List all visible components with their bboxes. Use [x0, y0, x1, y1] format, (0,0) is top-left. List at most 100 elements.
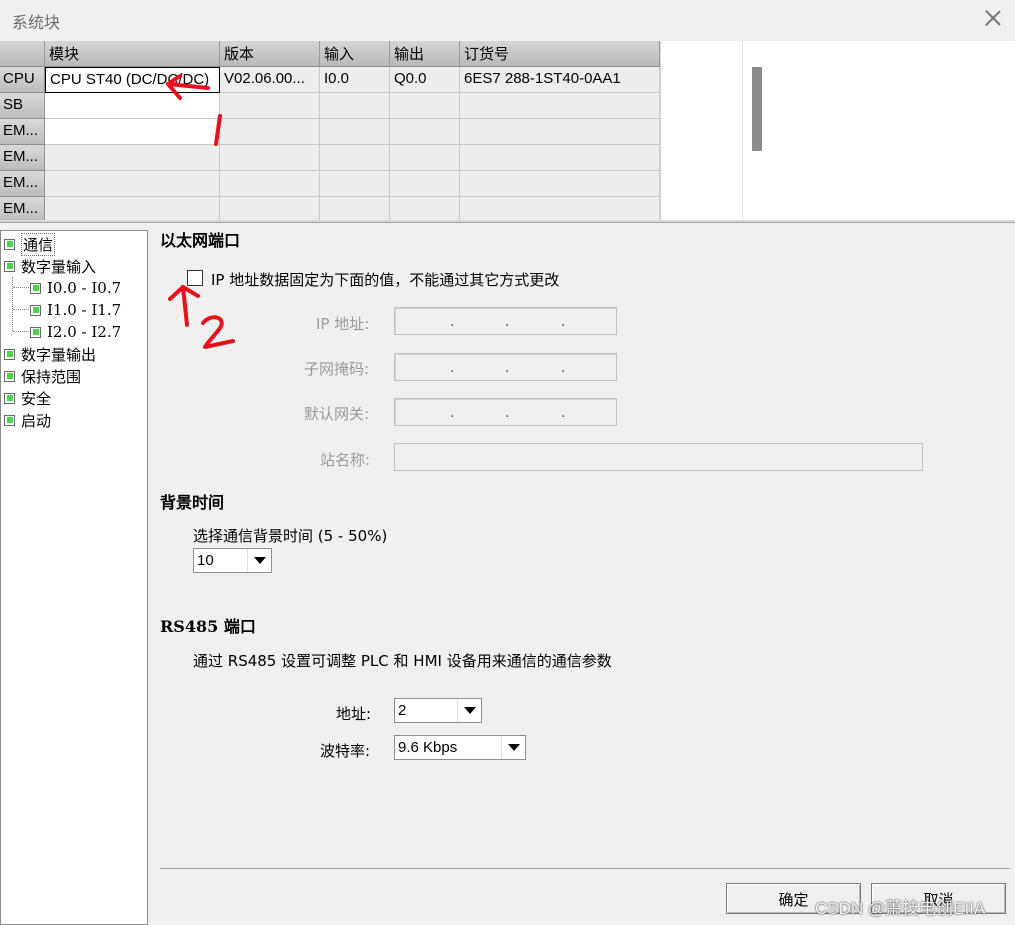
column-header-order-number[interactable]: 订货号	[460, 41, 660, 67]
node-icon	[30, 304, 41, 316]
node-icon	[4, 260, 15, 272]
module-grid: 模块 版本 输入 输出 订货号 CPU CPU ST40 (DC/DC/DC) …	[0, 41, 660, 220]
row-slot-label: EM...	[0, 119, 45, 145]
node-icon	[30, 326, 41, 338]
address-value: 2	[398, 702, 407, 719]
table-row[interactable]: EM...	[0, 145, 660, 171]
tree-item-digital-output[interactable]: 数字量输出	[4, 343, 96, 365]
grid-header-row: 模块 版本 输入 输出 订货号	[0, 41, 660, 67]
fixed-ip-label: IP 地址数据固定为下面的值，不能通过其它方式更改	[211, 271, 560, 289]
order-number-cell: 6ES7 288-1ST40-0AA1	[460, 67, 660, 93]
tree-item-label: 数字量输出	[21, 345, 97, 364]
node-icon	[4, 414, 15, 426]
separator	[160, 868, 1010, 869]
tree-item-label: 通信	[21, 232, 56, 256]
node-icon	[4, 348, 15, 360]
scrollbar-thumb[interactable]	[752, 67, 762, 151]
table-row[interactable]: EM...	[0, 171, 660, 197]
row-slot-label: EM...	[0, 171, 45, 197]
row-slot-label: SB	[0, 93, 45, 119]
tree-item-label: 安全	[21, 389, 52, 408]
settings-tree: 通信 数字量输入 I0.0 - I0.7 I1.0 - I1.7 I2.0 - …	[0, 230, 148, 925]
node-icon	[4, 238, 15, 250]
rs485-description: 通过 RS485 设置可调整 PLC 和 HMI 设备用来通信的通信参数	[193, 652, 612, 670]
address-label: 地址:	[336, 705, 372, 723]
tree-item-security[interactable]: 安全	[4, 387, 51, 409]
row-slot-label: EM...	[0, 197, 45, 220]
station-name-field	[394, 443, 923, 471]
tree-item-retentive-ranges[interactable]: 保持范围	[4, 365, 81, 387]
annotation-arrow-1	[166, 74, 222, 146]
grid-scroll-area	[742, 41, 1015, 220]
input-cell	[320, 119, 390, 145]
column-header-version[interactable]: 版本	[220, 41, 320, 67]
background-time-title: 背景时间	[160, 493, 225, 512]
grid-corner-header	[0, 41, 45, 67]
order-number-cell	[460, 171, 660, 197]
input-cell: I0.0	[320, 67, 390, 93]
column-header-input[interactable]: 输入	[320, 41, 390, 67]
table-row[interactable]: EM...	[0, 119, 660, 145]
output-cell: Q0.0	[390, 67, 460, 93]
subnet-mask-field: ...	[394, 353, 617, 381]
module-cell[interactable]	[45, 171, 220, 197]
tree-item-label: 数字量输入	[21, 257, 97, 276]
chevron-down-icon[interactable]	[501, 736, 525, 759]
annotation-arrow-2	[168, 285, 235, 349]
chevron-down-icon[interactable]	[457, 699, 481, 722]
tree-item-label: 保持范围	[21, 367, 82, 386]
address-select[interactable]: 2	[394, 698, 482, 723]
tree-item-label: 启动	[21, 411, 52, 430]
table-row[interactable]: CPU CPU ST40 (DC/DC/DC) V02.06.00... I0.…	[0, 67, 660, 93]
background-time-label: 选择通信背景时间 (5 - 50%)	[193, 527, 388, 545]
title-bar: 系统块	[0, 0, 1015, 40]
tree-item-digital-input[interactable]: 数字量输入	[4, 255, 96, 277]
tree-item-i1[interactable]: I1.0 - I1.7	[30, 299, 121, 321]
annotation-mark-2	[201, 315, 235, 349]
watermark-text: CSDN @萧技电创EIIA	[815, 899, 986, 918]
input-cell	[320, 171, 390, 197]
tree-connector	[13, 287, 31, 288]
ethernet-section-title: 以太网端口	[160, 231, 241, 250]
node-icon	[4, 370, 15, 382]
background-time-select[interactable]: 10	[193, 548, 272, 573]
row-slot-label: CPU	[0, 67, 45, 93]
grid-empty-area	[660, 41, 742, 220]
annotation-mark-1	[214, 114, 222, 146]
close-icon[interactable]	[981, 6, 1005, 30]
background-time-value: 10	[197, 552, 214, 569]
tree-item-i0[interactable]: I0.0 - I0.7	[30, 277, 121, 299]
version-cell	[220, 197, 320, 220]
output-cell	[390, 145, 460, 171]
ip-address-label: IP 地址:	[316, 315, 370, 333]
output-cell	[390, 171, 460, 197]
baud-rate-select[interactable]: 9.6 Kbps	[394, 735, 526, 760]
rs485-section-title: RS485 端口	[160, 617, 256, 636]
column-header-module[interactable]: 模块	[45, 41, 220, 67]
order-number-cell	[460, 93, 660, 119]
tree-item-startup[interactable]: 启动	[4, 409, 51, 431]
module-grid-area: 模块 版本 输入 输出 订货号 CPU CPU ST40 (DC/DC/DC) …	[0, 41, 1015, 220]
gateway-field: ...	[394, 398, 617, 426]
tree-connector	[13, 309, 31, 310]
order-number-cell	[460, 145, 660, 171]
table-row[interactable]: EM...	[0, 197, 660, 220]
input-cell	[320, 145, 390, 171]
ip-address-field: ...	[394, 307, 617, 335]
gateway-label: 默认网关:	[304, 405, 370, 423]
node-icon	[4, 392, 15, 404]
column-header-output[interactable]: 输出	[390, 41, 460, 67]
table-row[interactable]: SB	[0, 93, 660, 119]
module-cell[interactable]	[45, 197, 220, 220]
input-cell	[320, 197, 390, 220]
tree-item-label: I0.0 - I0.7	[47, 279, 122, 297]
tree-item-communication[interactable]: 通信	[4, 232, 56, 256]
tree-item-i2[interactable]: I2.0 - I2.7	[30, 321, 121, 343]
tree-connector	[13, 331, 31, 332]
chevron-down-icon[interactable]	[247, 549, 271, 572]
node-icon	[30, 282, 41, 294]
baud-rate-label: 波特率:	[320, 742, 371, 760]
output-cell	[390, 93, 460, 119]
settings-panel: 以太网端口 IP 地址数据固定为下面的值，不能通过其它方式更改 IP 地址: .…	[150, 223, 1015, 925]
order-number-cell	[460, 119, 660, 145]
